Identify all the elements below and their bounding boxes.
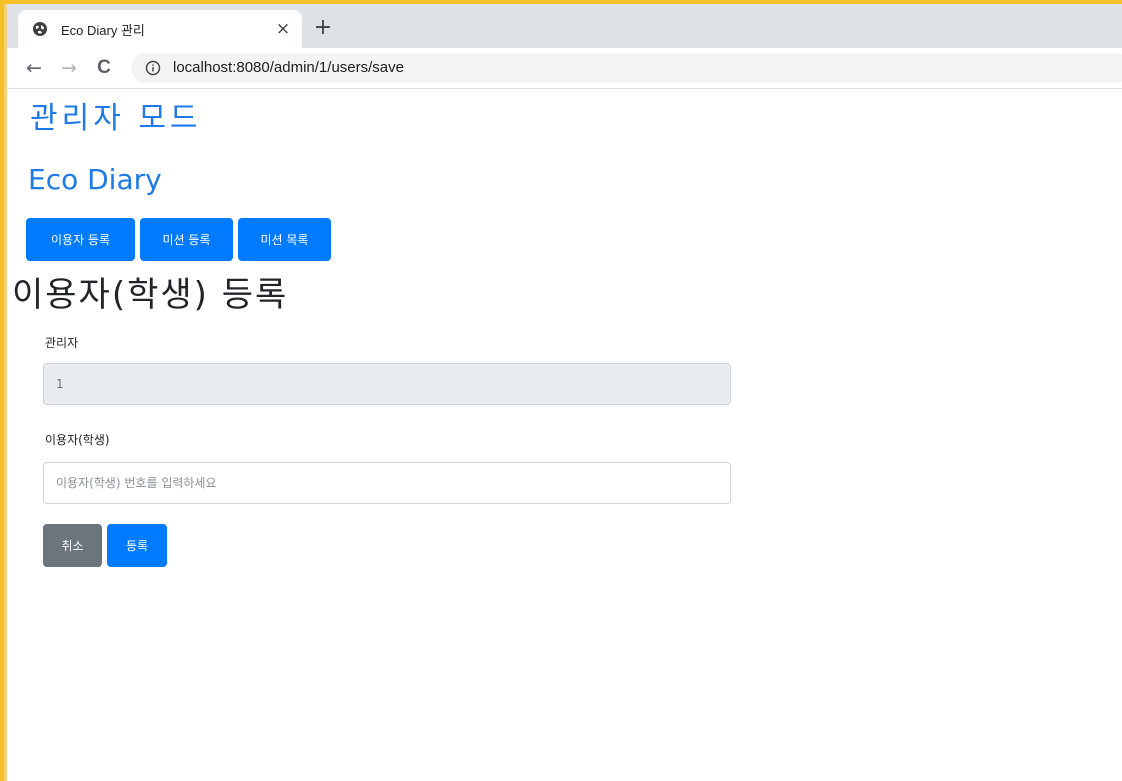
- forward-arrow-icon[interactable]: →: [57, 56, 81, 80]
- new-tab-icon[interactable]: +: [311, 17, 335, 41]
- register-mission-button[interactable]: 미션 등록: [140, 218, 233, 261]
- tab-title: Eco Diary 관리: [61, 23, 145, 38]
- address-bar[interactable]: localhost:8080/admin/1/users/save: [131, 53, 1122, 83]
- reload-icon[interactable]: C: [92, 56, 116, 80]
- register-user-button[interactable]: 이용자 등록: [26, 218, 135, 261]
- admin-mode-title: 관리자 모드: [30, 101, 202, 136]
- back-arrow-icon[interactable]: ←: [22, 56, 46, 80]
- tab-eco-diary[interactable]: Eco Diary 관리 ×: [18, 10, 302, 48]
- url-text: localhost:8080/admin/1/users/save: [173, 59, 404, 76]
- tab-strip: Eco Diary 관리 × +: [7, 4, 1122, 48]
- user-field-label: 이용자(학생): [45, 433, 110, 447]
- globe-icon: [32, 21, 48, 37]
- submit-button[interactable]: 등록: [107, 524, 167, 567]
- mission-list-button[interactable]: 미션 목록: [238, 218, 331, 261]
- close-tab-icon[interactable]: ×: [272, 18, 294, 40]
- admin-field[interactable]: [43, 363, 731, 405]
- browser-toolbar: ← → C localhost:8080/admin/1/users/save: [7, 48, 1122, 89]
- info-icon[interactable]: [145, 60, 161, 76]
- user-number-input[interactable]: [43, 462, 731, 504]
- page-title: 이용자(학생) 등록: [12, 275, 289, 315]
- admin-field-label: 관리자: [45, 336, 79, 350]
- brand-title: Eco Diary: [28, 163, 162, 196]
- cancel-button[interactable]: 취소: [43, 524, 102, 567]
- page-content: 관리자 모드 Eco Diary 이용자 등록 미션 등록 미션 목록 이용자(…: [7, 89, 1122, 781]
